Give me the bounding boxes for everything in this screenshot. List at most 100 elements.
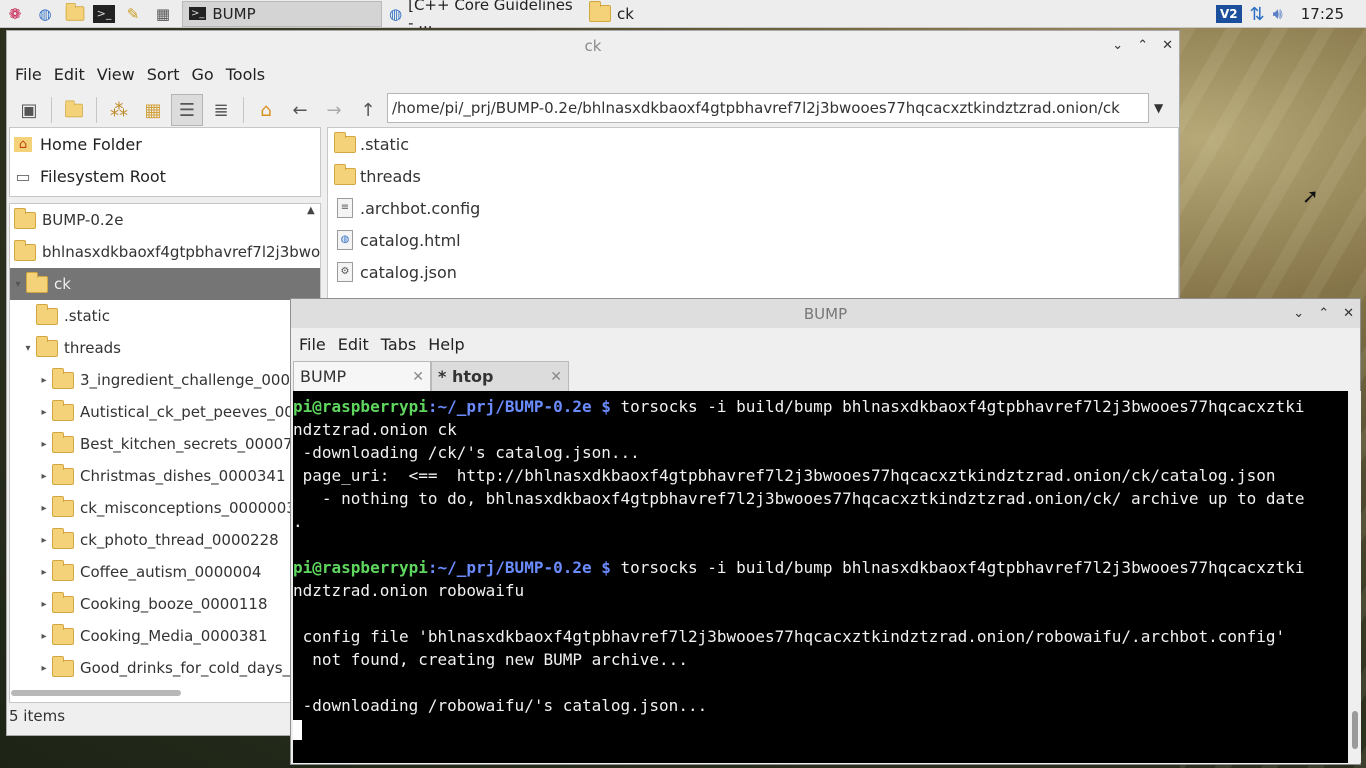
close-tab-icon[interactable]: ✕ — [412, 369, 424, 385]
tree-item[interactable]: ▸ 3_ingredient_challenge_00002 — [10, 364, 320, 396]
app-launcher-icon[interactable]: ▦ — [151, 3, 175, 25]
output-text: page_uri: <== http://bhlnasxdkbaoxf4gtpb… — [293, 466, 1276, 485]
close-icon[interactable]: ✕ — [1343, 306, 1354, 321]
new-window-icon[interactable]: ▣ — [13, 94, 45, 126]
place-item[interactable]: ⌂ Home Folder — [10, 128, 320, 160]
menu-item[interactable]: File — [9, 65, 48, 84]
terminal-tab[interactable]: * htop ✕ — [431, 361, 569, 392]
tree-item[interactable]: ▾ threads — [10, 332, 320, 364]
file-item[interactable]: ⚙ catalog.json — [328, 256, 1178, 288]
folder-icon — [334, 131, 356, 153]
volume-icon[interactable]: 🔊︎ — [1273, 4, 1283, 24]
menu-item[interactable]: File — [293, 335, 332, 354]
tree-item-label: threads — [64, 339, 121, 357]
expander-icon[interactable]: ▸ — [36, 631, 52, 642]
up-arrow-icon[interactable]: ↑ — [352, 94, 384, 126]
expander-icon[interactable]: ▸ — [36, 471, 52, 482]
tree-item[interactable]: ▸ ck_misconceptions_0000003 — [10, 492, 320, 524]
expander-icon[interactable]: ▸ — [36, 503, 52, 514]
chevron-down-icon[interactable]: ▼ — [1154, 101, 1163, 115]
tree-item[interactable]: ▸ Coffee_autism_0000004 — [10, 556, 320, 588]
tree-item[interactable]: ▾ ck — [10, 268, 320, 300]
horizontal-scrollbar[interactable] — [9, 687, 293, 699]
view-list-icon[interactable]: ≣ — [205, 94, 237, 126]
vnc-icon[interactable]: V2 — [1215, 5, 1242, 23]
close-icon[interactable]: ✕ — [1162, 38, 1173, 53]
expander-icon[interactable]: ▸ — [36, 567, 52, 578]
network-icon[interactable]: ⇅ — [1250, 4, 1265, 25]
tree-item[interactable]: ▸ Good_drinks_for_cold_days_00 — [10, 652, 320, 684]
home-icon[interactable]: ⌂ — [250, 94, 282, 126]
taskbar-task[interactable]: >_ BUMP — [182, 0, 382, 27]
new-folder-icon[interactable] — [58, 94, 90, 126]
window-titlebar[interactable]: BUMP ⌄ ⌃ ✕ — [291, 299, 1360, 328]
tree-item[interactable]: ▸ Autistical_ck_pet_peeves_0000 — [10, 396, 320, 428]
window-titlebar[interactable]: ck ⌄ ⌃ ✕ — [7, 31, 1179, 60]
menu-item[interactable]: Help — [422, 335, 470, 354]
file-item[interactable]: threads — [328, 160, 1178, 192]
expander-icon[interactable]: ▸ — [36, 375, 52, 386]
clock[interactable]: 17:25 — [1301, 5, 1344, 23]
folder-icon — [26, 271, 48, 293]
view-icons-icon[interactable]: ⁂ — [103, 94, 135, 126]
place-label: Home Folder — [40, 134, 142, 154]
tree-item[interactable]: BUMP-0.2e — [10, 204, 320, 236]
terminal-tab[interactable]: BUMP ✕ — [293, 361, 431, 392]
menu-item[interactable]: View — [91, 65, 141, 84]
expander-icon[interactable]: ▾ — [20, 343, 36, 354]
menu-item[interactable]: Edit — [332, 335, 375, 354]
maximize-icon[interactable]: ⌃ — [1137, 38, 1148, 53]
maximize-icon[interactable]: ⌃ — [1318, 306, 1329, 321]
expander-icon[interactable]: ▸ — [36, 535, 52, 546]
web-browser-icon[interactable]: ◍ — [33, 3, 57, 25]
close-tab-icon[interactable]: ✕ — [550, 369, 562, 385]
scrollbar-thumb[interactable] — [11, 690, 181, 696]
tab-bar: BUMP ✕ * htop ✕ — [291, 360, 1360, 392]
tree-item[interactable]: .static — [10, 300, 320, 332]
terminal-icon[interactable]: >_ — [93, 4, 115, 23]
expander-icon[interactable]: ▾ — [10, 279, 26, 290]
tree-item[interactable]: ▸ Best_kitchen_secrets_0000791 — [10, 428, 320, 460]
file-item[interactable]: .static — [328, 128, 1178, 160]
tree-item[interactable]: ▸ ck_photo_thread_0000228 — [10, 524, 320, 556]
tree-item-label: .static — [64, 307, 110, 325]
menu-item[interactable]: Tools — [220, 65, 271, 84]
file-item[interactable]: ≡ .archbot.config — [328, 192, 1178, 224]
taskbar-task[interactable]: ◍ [C++ Core Guidelines - ... — [382, 0, 582, 32]
folder-icon — [589, 1, 611, 22]
back-arrow-icon[interactable]: ← — [284, 94, 316, 126]
expander-icon[interactable]: ▸ — [36, 407, 52, 418]
tree-item-label: 3_ingredient_challenge_00002 — [80, 371, 310, 389]
menu-item[interactable]: Tabs — [375, 335, 422, 354]
menu-item[interactable]: Sort — [141, 65, 186, 84]
taskbar-task[interactable]: ck — [582, 1, 782, 27]
tree-item[interactable]: ▸ Christmas_dishes_0000341 — [10, 460, 320, 492]
file-manager-icon[interactable] — [63, 2, 87, 25]
file-item[interactable]: ◍ catalog.html — [328, 224, 1178, 256]
expander-icon[interactable]: ▸ — [36, 599, 52, 610]
tree-item[interactable]: ▸ Cooking_Media_0000381 — [10, 620, 320, 652]
expander-icon[interactable]: ▸ — [36, 663, 52, 674]
tree-item[interactable]: bhlnasxdkbaoxf4gtpbhavref7l2j3bwoo — [10, 236, 320, 268]
command-text: torsocks -i build/bump bhlnasxdkbaoxf4gt… — [610, 558, 1305, 577]
vertical-scrollbar[interactable] — [1349, 391, 1361, 763]
folder-icon — [52, 399, 74, 421]
raspberry-menu-icon[interactable]: ❁ — [3, 3, 27, 25]
path-input[interactable]: /home/pi/_prj/BUMP-0.2e/bhlnasxdkbaoxf4g… — [387, 93, 1149, 123]
menu-item[interactable]: Edit — [48, 65, 91, 84]
view-thumbnails-icon[interactable]: ▦ — [137, 94, 169, 126]
terminal-output[interactable]: pi@raspberrypi:~/_prj/BUMP-0.2e $ torsoc… — [293, 391, 1348, 763]
forward-arrow-icon[interactable]: → — [318, 94, 350, 126]
expander-icon[interactable]: ▸ — [36, 439, 52, 450]
scroll-up-icon[interactable]: ▲ — [307, 205, 315, 216]
place-item[interactable]: ▭ Filesystem Root — [10, 160, 320, 192]
minimize-icon[interactable]: ⌄ — [1293, 306, 1304, 321]
view-compact-icon[interactable]: ☰ — [171, 94, 203, 126]
tree-item[interactable]: ▸ Cooking_booze_0000118 — [10, 588, 320, 620]
scrollbar-thumb[interactable] — [1352, 711, 1358, 749]
minimize-icon[interactable]: ⌄ — [1112, 38, 1123, 53]
menu-item[interactable]: Go — [186, 65, 220, 84]
output-text: -downloading /robowaifu/'s catalog.json.… — [293, 696, 708, 715]
browser-icon: ◍ — [389, 4, 403, 23]
text-editor-icon[interactable]: ✎ — [121, 3, 145, 25]
